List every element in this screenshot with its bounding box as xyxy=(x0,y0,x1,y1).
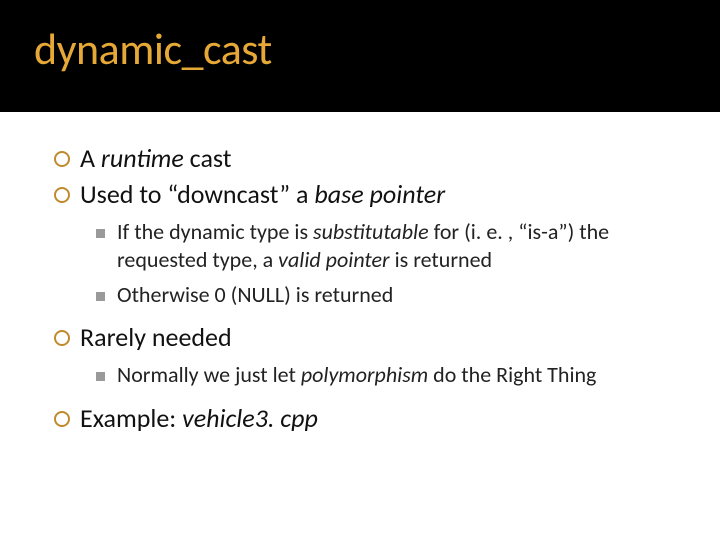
bullet-text: A runtime cast xyxy=(80,142,680,176)
slide-body: A runtime castUsed to “downcast” a base … xyxy=(0,112,720,436)
bullet-text: Otherwise 0 (NULL) is returned xyxy=(117,281,680,310)
bullet-level1: Example: vehicle3. cpp xyxy=(54,402,680,436)
bullet-text: Used to “downcast” a base pointer xyxy=(80,178,680,212)
circle-bullet-icon xyxy=(54,187,70,203)
title-bar: dynamic_cast xyxy=(0,0,720,112)
bullet-text: If the dynamic type is substitutable for… xyxy=(117,218,680,275)
circle-bullet-icon xyxy=(54,411,70,427)
bullet-level2: If the dynamic type is substitutable for… xyxy=(96,218,680,275)
bullet-level1: A runtime cast xyxy=(54,142,680,176)
bullet-level2: Otherwise 0 (NULL) is returned xyxy=(96,281,680,310)
bullet-text: Example: vehicle3. cpp xyxy=(80,402,680,436)
bullet-text: Normally we just let polymorphism do the… xyxy=(117,361,680,390)
square-bullet-icon xyxy=(96,292,105,301)
circle-bullet-icon xyxy=(54,330,70,346)
circle-bullet-icon xyxy=(54,151,70,167)
bullet-level1: Used to “downcast” a base pointer xyxy=(54,178,680,212)
bullet-level2: Normally we just let polymorphism do the… xyxy=(96,361,680,390)
bullet-text: Rarely needed xyxy=(80,321,680,355)
slide-title: dynamic_cast xyxy=(34,22,686,76)
bullet-level1: Rarely needed xyxy=(54,321,680,355)
square-bullet-icon xyxy=(96,229,105,238)
square-bullet-icon xyxy=(96,372,105,381)
